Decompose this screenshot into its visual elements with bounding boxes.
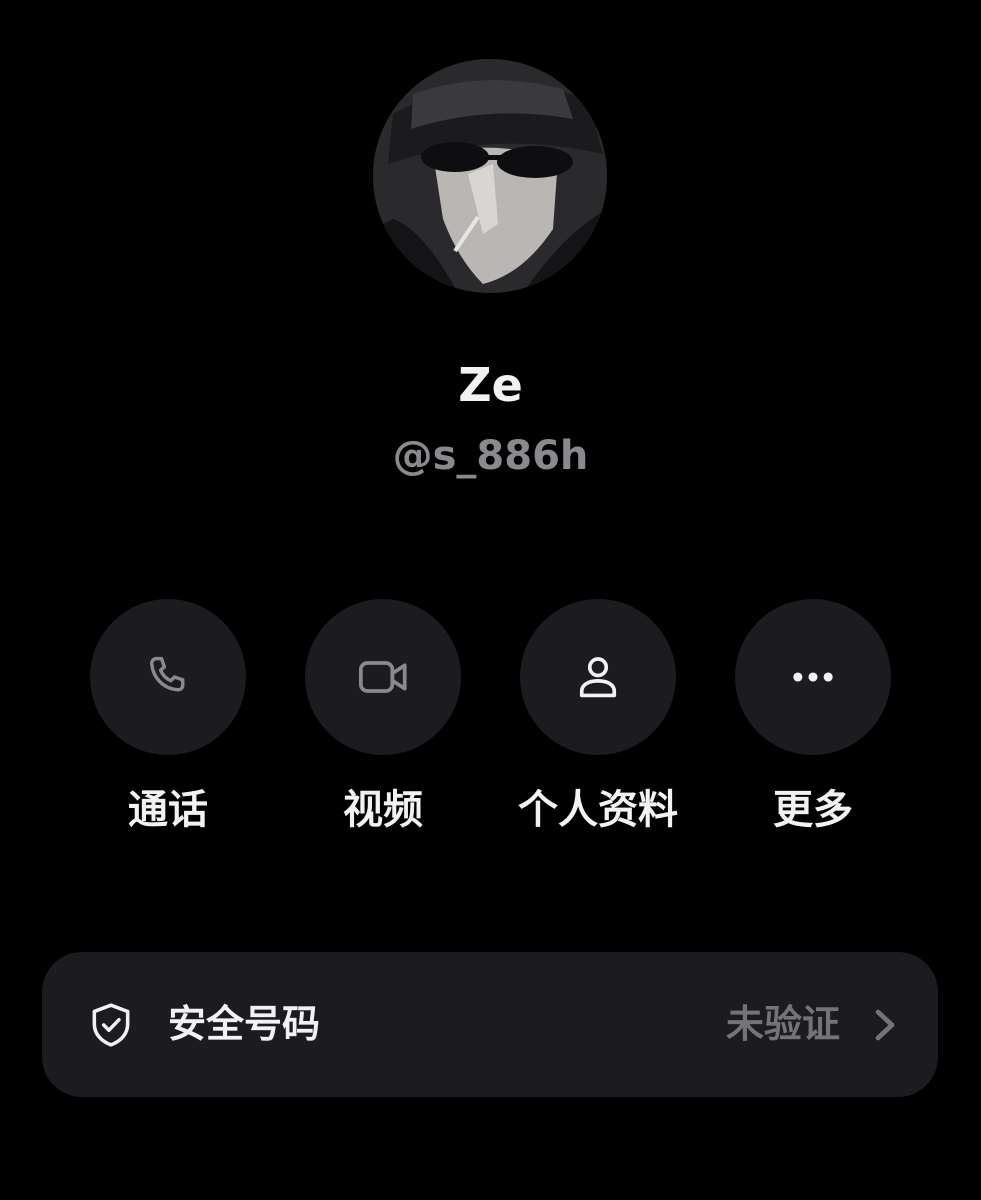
video-camera-icon (358, 661, 407, 693)
profile-action[interactable]: 个人资料 (518, 599, 678, 833)
call-action[interactable]: 通话 (90, 599, 246, 833)
profile-label: 个人资料 (518, 787, 678, 833)
video-button[interactable] (305, 599, 461, 755)
display-name: Ze (458, 358, 523, 412)
safety-number-label: 安全号码 (168, 1002, 321, 1046)
call-button[interactable] (90, 599, 246, 755)
safety-number-row[interactable]: 安全号码 未验证 (42, 952, 938, 1097)
more-label: 更多 (773, 787, 853, 833)
more-action[interactable]: 更多 (735, 599, 891, 833)
phone-icon (150, 656, 185, 692)
more-button[interactable] (735, 599, 891, 755)
call-label: 通话 (128, 787, 208, 833)
video-action[interactable]: 视频 (305, 599, 461, 833)
video-label: 视频 (343, 787, 423, 833)
chevron-right-icon (875, 1009, 895, 1041)
username: @s_886h (392, 433, 589, 479)
shield-check-icon (92, 1003, 130, 1047)
more-dots-icon (793, 672, 833, 682)
profile-button[interactable] (520, 599, 676, 755)
avatar-image (373, 59, 607, 293)
verification-status: 未验证 (725, 1002, 840, 1046)
avatar[interactable] (373, 59, 607, 293)
person-icon (579, 657, 617, 698)
